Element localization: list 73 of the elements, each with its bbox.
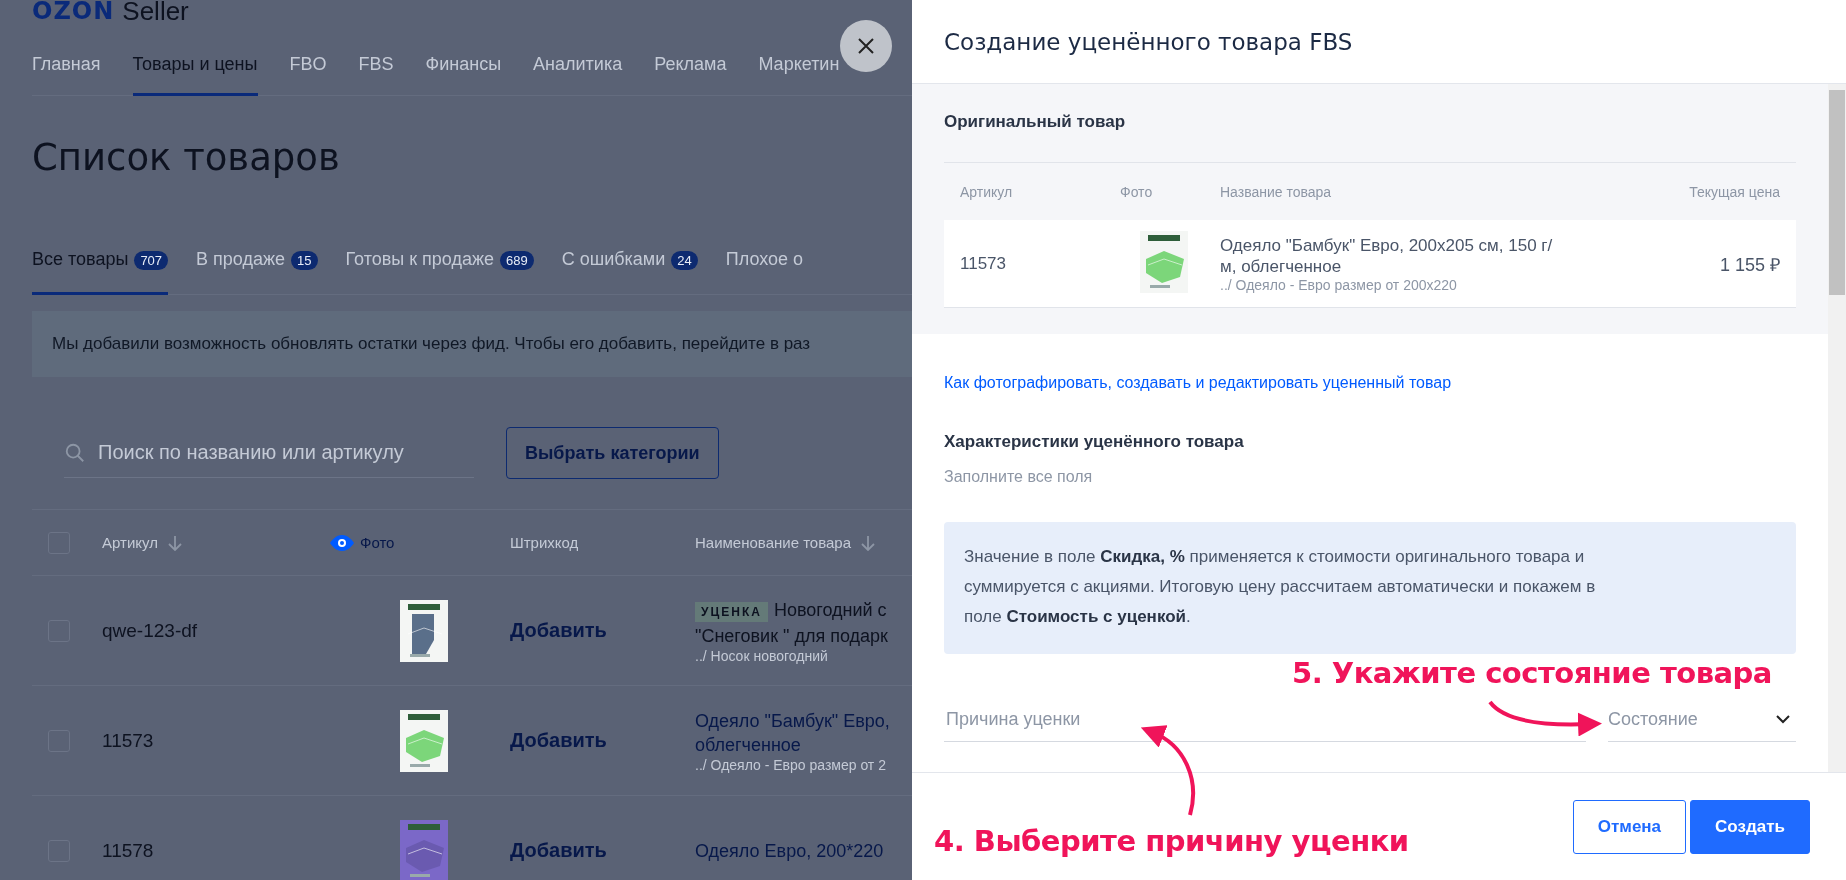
column-header: Название товара [1220, 183, 1333, 200]
logo-text: Seller [122, 0, 189, 22]
modal-title: Создание уценённого товара FBS [944, 28, 1353, 55]
sort-icon[interactable] [861, 534, 876, 551]
filter-tab[interactable]: С ошибками 24 [561, 249, 698, 295]
add-link[interactable]: Добавить [510, 839, 695, 862]
chevron-icon [1776, 715, 1790, 724]
column-header: Штрихкод [510, 534, 579, 551]
count-badge: 24 [671, 251, 698, 270]
tab-label: С ошибками [561, 249, 666, 270]
column-header: Наименование товара [695, 534, 852, 551]
nav-tab[interactable]: Главная [32, 54, 101, 96]
close-icon [857, 37, 875, 55]
table-cell-text: 11573 [960, 253, 1007, 274]
filter-tab[interactable]: Все товары 707 [32, 249, 169, 295]
section-subtitle: Заполните все поля [944, 468, 1094, 486]
cancel-button[interactable]: Отмена [1572, 799, 1687, 854]
tab-label: Плохое о [725, 249, 804, 270]
column-header: Артикул [102, 534, 158, 551]
category-button[interactable]: Выбрать категории [506, 427, 719, 479]
add-link[interactable]: Добавить [510, 619, 695, 642]
annotation-text: 4. Выберите причину уценки [934, 824, 1409, 858]
column-header: Фото [1120, 183, 1154, 200]
create-button[interactable]: Создать [1690, 799, 1810, 854]
product-name: Одеяло "Бамбук" Евро, 200x205 см, 150 г/м, облегченное [1220, 234, 1554, 277]
info-note: Значение в поле Скидка, % применяется к стоимости оригинального товара и суммируется с акциями. Итоговую цену рассчитаем автоматически и покажем в поле Стоимость с уценкой. [964, 546, 1597, 628]
tab-label: В продаже [196, 249, 286, 270]
count-badge: 15 [291, 251, 318, 270]
add-link[interactable]: Добавить [510, 729, 695, 752]
filter-tab[interactable]: Плохое о [725, 249, 804, 295]
close-button[interactable] [840, 20, 892, 72]
nav-tab[interactable]: Маркетин [758, 54, 840, 96]
column-header: Артикул [960, 183, 1014, 200]
table-cell-text: 11578 [102, 839, 155, 862]
product-name: "Снеговик " для подарк [695, 624, 889, 648]
nav-tab[interactable]: FBO [289, 54, 327, 96]
table-cell-text: 11573 [102, 729, 155, 752]
logo: OZON [32, 0, 115, 22]
section-title: Характеристики уценённого товара [944, 432, 1245, 452]
page-title: Список товаров [32, 136, 341, 179]
tab-label: Готовы к продаже [345, 249, 495, 270]
annotation-text: 5. Укажите состояние товара [1292, 656, 1772, 690]
product-link[interactable]: Одеяло Евро, 200*220 [695, 838, 912, 863]
section-title: Оригинальный товар [944, 112, 1127, 132]
column-header: Фото [360, 534, 395, 551]
category-path: ../ Одеяло - Евро размер от 200x220 [1220, 276, 1458, 293]
help-link[interactable]: Как фотографировать, создавать и редактировать уцененный товар [944, 374, 1796, 392]
tag: УЦЕНКА [695, 601, 768, 622]
product-link[interactable]: облегченное [695, 732, 912, 757]
product-name: УЦЕНКА Новогодний с [695, 597, 912, 624]
count-badge: 689 [500, 251, 534, 270]
search-field[interactable]: Поиск по названию или артикулу [96, 440, 474, 465]
product-link[interactable]: Одеяло "Бамбук" Евро, [695, 708, 912, 733]
count-badge: 707 [134, 251, 169, 270]
filter-tab[interactable]: В продаже 15 [196, 249, 318, 295]
condition-select[interactable]: Состояние [1608, 698, 1796, 742]
search-icon [64, 441, 86, 464]
category-path: ../ Одеяло - Евро размер от 2 [695, 756, 887, 773]
nav-tab[interactable]: Реклама [654, 54, 727, 96]
column-header: Текущая цена [1688, 183, 1780, 200]
category-path: ../ Носок новогодний [695, 647, 829, 664]
eye-icon[interactable] [330, 534, 354, 551]
scrollbar[interactable] [1828, 84, 1846, 772]
price: 1 155 ₽ [1718, 253, 1780, 276]
nav-tab[interactable]: Товары и цены [132, 54, 258, 96]
table-cell-text: qwe-123-df [102, 619, 199, 642]
filter-tab[interactable]: Готовы к продаже 689 [345, 249, 534, 295]
nav-tab[interactable]: FBS [358, 54, 394, 96]
tab-label: Все товары [32, 249, 129, 270]
nav-tab[interactable]: Финансы [425, 54, 502, 96]
sort-icon[interactable] [167, 534, 182, 551]
info-banner: Мы добавили возможность обновлять остатки через фид. Чтобы его добавить, перейдите в раз [32, 311, 912, 377]
nav-tab[interactable]: Аналитика [533, 54, 623, 96]
